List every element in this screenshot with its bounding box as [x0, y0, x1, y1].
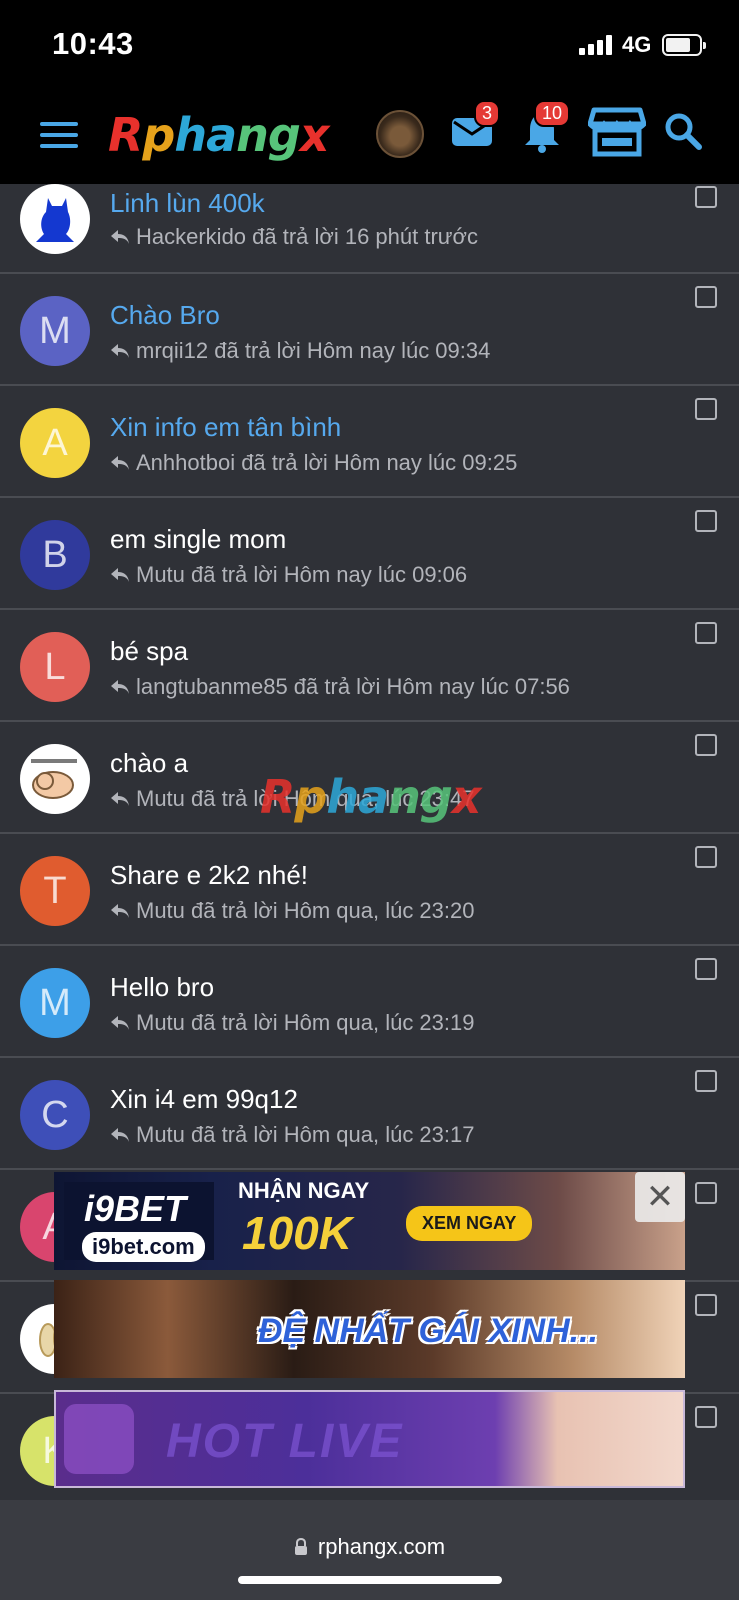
list-item[interactable]: C Xin i4 em 99q12 Mutu đã trả lời Hôm qu…	[0, 1058, 739, 1170]
thread-title[interactable]: Hello bro	[110, 972, 214, 1003]
list-item[interactable]: T Share e 2k2 nhé! Mutu đã trả lời Hôm q…	[0, 834, 739, 946]
select-checkbox[interactable]	[695, 846, 717, 868]
status-time: 10:43	[52, 26, 134, 61]
select-checkbox[interactable]	[695, 622, 717, 644]
thread-title[interactable]: Share e 2k2 nhé!	[110, 860, 308, 891]
cat-avatar-icon	[36, 198, 74, 242]
select-checkbox[interactable]	[695, 1070, 717, 1092]
ad-text: HOT LIVE	[166, 1415, 404, 1468]
store-icon	[587, 107, 647, 157]
browser-url-bar[interactable]: rphangx.com	[0, 1500, 739, 1600]
alerts-badge: 10	[534, 100, 571, 127]
thread-meta: Hackerkido đã trả lời 16 phút trước	[110, 224, 478, 250]
avatar: T	[20, 856, 90, 926]
select-checkbox[interactable]	[695, 1406, 717, 1428]
select-checkbox[interactable]	[695, 186, 717, 208]
list-item[interactable]: M Chào Bro mrqii12 đã trả lời Hôm nay lú…	[0, 274, 739, 386]
search-button[interactable]	[664, 112, 702, 155]
signal-icon	[579, 35, 613, 55]
select-checkbox[interactable]	[695, 510, 717, 532]
avatar: M	[20, 296, 90, 366]
ad-brand: i9BET i9bet.com	[64, 1182, 214, 1262]
thread-title[interactable]: Chào Bro	[110, 300, 220, 331]
list-item[interactable]: Linh lùn 400k Hackerkido đã trả lời 16 p…	[0, 184, 739, 274]
ad-banner-hot-live[interactable]: HOT LIVE	[54, 1390, 685, 1488]
thread-title[interactable]: Xin i4 em 99q12	[110, 1084, 298, 1115]
avatar	[20, 744, 90, 814]
heart-logo-icon	[64, 1404, 134, 1474]
menu-icon[interactable]	[40, 122, 78, 148]
reply-icon	[111, 344, 129, 358]
thread-title[interactable]: Xin info em tân bình	[110, 412, 341, 443]
messages-button[interactable]: 3	[450, 100, 501, 155]
site-logo[interactable]: Rphangx	[108, 108, 330, 162]
thread-meta: Mutu đã trả lời Hôm nay lúc 09:06	[110, 562, 467, 588]
alerts-button[interactable]: 10	[520, 100, 571, 159]
ad-banner-2[interactable]: ĐỆ NHẤT GÁI XINH...	[54, 1280, 685, 1378]
reply-icon	[111, 230, 129, 244]
thread-title[interactable]: Linh lùn 400k	[110, 188, 265, 219]
ad-amount: 100K	[242, 1207, 352, 1259]
ad-brand-name: i9BET	[84, 1188, 187, 1229]
ad-text: ĐỆ NHẤT GÁI XINH...	[258, 1312, 599, 1350]
select-checkbox[interactable]	[695, 398, 717, 420]
list-item[interactable]: A Xin info em tân bình Anhhotboi đã trả …	[0, 386, 739, 498]
reply-icon	[111, 1128, 129, 1142]
avatar: M	[20, 968, 90, 1038]
reply-icon	[111, 792, 129, 806]
list-item[interactable]: B em single mom Mutu đã trả lời Hôm nay …	[0, 498, 739, 610]
avatar: B	[20, 520, 90, 590]
reply-icon	[111, 904, 129, 918]
thread-title[interactable]: bé spa	[110, 636, 188, 667]
thread-meta: Anhhotboi đã trả lời Hôm nay lúc 09:25	[110, 450, 517, 476]
lock-icon	[294, 1538, 307, 1555]
battery-icon	[662, 34, 706, 56]
avatar: C	[20, 1080, 90, 1150]
site-header: Rphangx 3 10	[0, 88, 739, 184]
avatar: A	[20, 408, 90, 478]
cartoon-avatar-icon	[31, 759, 77, 799]
home-indicator[interactable]	[238, 1576, 502, 1584]
network-type: 4G	[622, 32, 652, 57]
reply-icon	[111, 456, 129, 470]
ad-domain: i9bet.com	[82, 1232, 205, 1262]
select-checkbox[interactable]	[695, 734, 717, 756]
reply-icon	[111, 680, 129, 694]
thread-meta: langtubanme85 đã trả lời Hôm nay lúc 07:…	[110, 674, 570, 700]
select-checkbox[interactable]	[695, 1182, 717, 1204]
thread-meta: Mutu đã trả lời Hôm qua, lúc 23:17	[110, 1122, 475, 1148]
url-display[interactable]: rphangx.com	[0, 1534, 739, 1560]
ad-cta-button[interactable]: XEM NGAY	[406, 1206, 533, 1241]
url-text: rphangx.com	[317, 1534, 446, 1559]
avatar	[20, 184, 90, 254]
reply-icon	[111, 568, 129, 582]
ad-banner-i9bet[interactable]: i9BET i9bet.com NHẬN NGAY 100K XEM NGAY …	[54, 1172, 685, 1270]
close-ad-button[interactable]: ✕	[635, 1172, 685, 1222]
thread-title[interactable]: em single mom	[110, 524, 286, 555]
thread-meta: Mutu đã trả lời Hôm qua, lúc 23:19	[110, 1010, 475, 1036]
select-checkbox[interactable]	[695, 958, 717, 980]
thread-meta: Mutu đã trả lời Hôm qua, lúc 23:20	[110, 898, 475, 924]
list-item[interactable]: M Hello bro Mutu đã trả lời Hôm qua, lúc…	[0, 946, 739, 1058]
thread-meta: mrqii12 đã trả lời Hôm nay lúc 09:34	[110, 338, 490, 364]
status-bar: 10:43 4G	[0, 0, 739, 88]
list-item[interactable]: L bé spa langtubanme85 đã trả lời Hôm na…	[0, 610, 739, 722]
store-button[interactable]	[587, 106, 647, 163]
search-icon	[665, 113, 702, 150]
avatar: L	[20, 632, 90, 702]
watermark-logo: Rphangx	[260, 770, 482, 824]
ad-headline: NHẬN NGAY	[238, 1178, 370, 1203]
select-checkbox[interactable]	[695, 286, 717, 308]
select-checkbox[interactable]	[695, 1294, 717, 1316]
reply-icon	[111, 1016, 129, 1030]
user-avatar[interactable]	[376, 110, 424, 158]
messages-badge: 3	[474, 100, 501, 127]
thread-title[interactable]: chào a	[110, 748, 188, 779]
